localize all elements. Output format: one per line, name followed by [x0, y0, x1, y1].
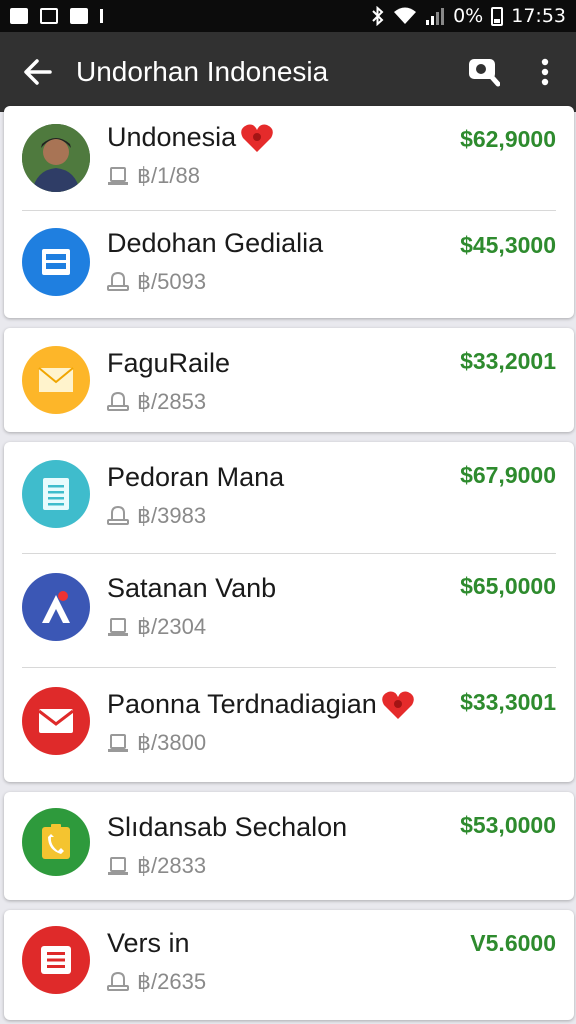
item-meta: ฿/2304: [137, 614, 207, 639]
back-button[interactable]: [0, 32, 76, 112]
avatar: [22, 346, 90, 414]
notes-icon: [43, 478, 69, 510]
list-item[interactable]: Vers in ฿/2635 V5.6000: [4, 910, 574, 1020]
avatar: [22, 926, 90, 994]
list-item[interactable]: FaguRaile ฿/2853 $33,2001: [4, 328, 574, 432]
user-icon: [107, 271, 129, 291]
wifi-icon: [394, 7, 417, 24]
item-meta: ฿/3983: [137, 503, 207, 528]
app-logo-icon: [42, 591, 70, 623]
avatar: [22, 124, 90, 192]
device-icon: [108, 167, 128, 185]
device-icon: [108, 618, 128, 636]
item-price: $62,9000: [460, 126, 556, 152]
list-card: Slıdansab Sechalon ฿/2833 $53,0000: [4, 792, 574, 900]
battery-icon: [491, 6, 504, 26]
item-meta: ฿/5093: [137, 269, 207, 294]
phone-icon: [42, 824, 70, 859]
item-title: Undonesia: [107, 122, 237, 152]
heart-icon: [240, 123, 274, 153]
item-meta: ฿/2833: [137, 853, 207, 878]
avatar: [22, 808, 90, 876]
item-meta: ฿/2635: [137, 969, 207, 994]
bluetooth-icon: [372, 6, 384, 26]
item-price: $53,0000: [460, 812, 556, 838]
device-icon: [108, 734, 128, 752]
app-bar: Undorhan Indonesia: [0, 32, 576, 112]
search-icon: [469, 59, 500, 87]
list-item[interactable]: Dedohan Gedialia ฿/5093 $45,3000: [4, 210, 574, 318]
search-button[interactable]: [454, 32, 514, 112]
list-item[interactable]: Undonesia ฿/1/88 $62,9000: [4, 106, 574, 210]
profile-photo: [22, 124, 90, 192]
mail-icon: [38, 709, 74, 733]
clock: 17:53: [511, 5, 566, 27]
item-price: $67,9000: [460, 462, 556, 488]
user-icon: [107, 971, 129, 991]
image-notification-icon: [40, 8, 58, 24]
download-notification-icon: [100, 9, 112, 23]
list-item[interactable]: Satanan Vanb ฿/2304 $65,0000: [4, 553, 574, 667]
signal-icon: [426, 8, 445, 25]
notification-icon: [10, 8, 28, 24]
item-price: $33,2001: [460, 348, 556, 374]
list-item[interactable]: Paonna Terdnadiagian ฿/3800 $33,3001: [4, 667, 574, 782]
avatar: [22, 460, 90, 528]
more-options-button[interactable]: [514, 32, 576, 112]
envelope-icon: [38, 367, 74, 392]
app-notification-icon: [70, 8, 88, 24]
back-arrow-icon: [24, 59, 52, 85]
item-meta: ฿/2853: [137, 389, 207, 414]
user-icon: [107, 505, 129, 525]
battery-percent: 0%: [453, 5, 484, 27]
item-price: $65,0000: [460, 573, 556, 599]
avatar: [22, 687, 90, 755]
item-price: $33,3001: [460, 689, 556, 715]
list-card: Undonesia ฿/1/88 $62,9000 Dedohan Gedial…: [4, 106, 574, 318]
item-price: V5.6000: [470, 930, 556, 956]
document-icon: [42, 249, 70, 275]
more-vert-icon: [541, 58, 549, 86]
list-item[interactable]: Slıdansab Sechalon ฿/2833 $53,0000: [4, 792, 574, 900]
user-icon: [107, 391, 129, 411]
item-price: $45,3000: [460, 232, 556, 258]
list-card: FaguRaile ฿/2853 $33,2001: [4, 328, 574, 432]
list-item[interactable]: Pedoran Mana ฿/3983 $67,9000: [4, 442, 574, 553]
item-meta: ฿/3800: [137, 730, 207, 755]
device-icon: [108, 857, 128, 875]
list-card: Vers in ฿/2635 V5.6000: [4, 910, 574, 1020]
avatar: [22, 228, 90, 296]
list-card: Pedoran Mana ฿/3983 $67,9000 Satanan Van…: [4, 442, 574, 782]
page-title: Undorhan Indonesia: [76, 56, 329, 87]
avatar: [22, 573, 90, 641]
item-meta: ฿/1/88: [137, 163, 200, 188]
heart-icon: [381, 690, 415, 720]
list-icon: [41, 946, 71, 974]
status-bar: 0% 17:53: [0, 0, 576, 32]
item-title: Paonna Terdnadiagian: [107, 689, 377, 719]
